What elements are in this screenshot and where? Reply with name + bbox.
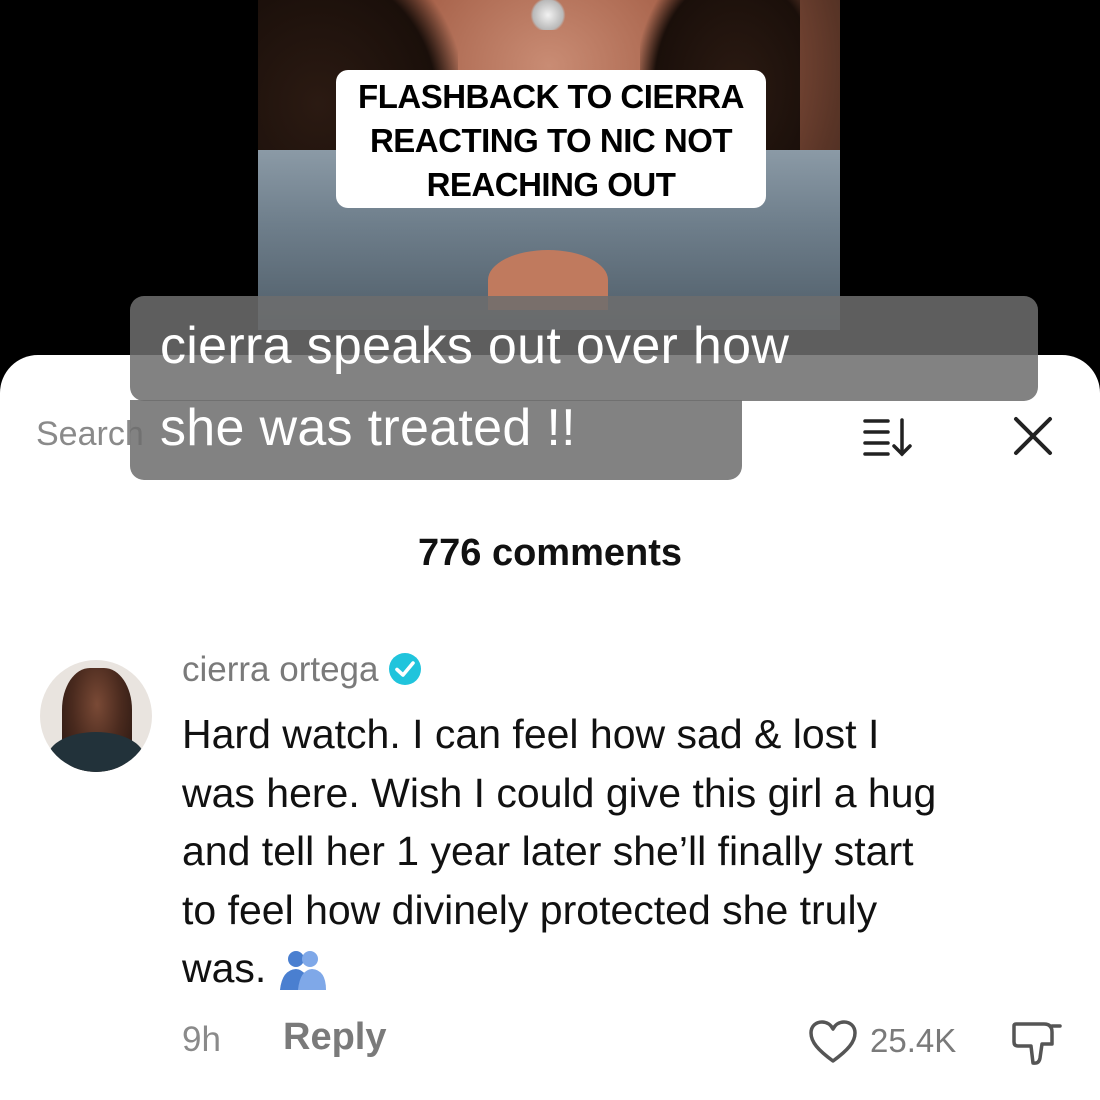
video-caption-line: REACHING OUT [426, 166, 676, 203]
video-caption-line: FLASHBACK TO CIERRA [358, 78, 744, 115]
overlay-text-line: cierra speaks out over how [160, 317, 790, 375]
comment-line-last: was. [182, 939, 1062, 998]
comment-count: 776 comments [417, 532, 682, 574]
people-hugging-emoji [280, 951, 327, 990]
comment-line: Hard watch. I can feel how sad & lost I [182, 711, 880, 757]
video-caption: FLASHBACK TO CIERRA REACTING TO NIC NOT … [336, 70, 766, 208]
heart-icon[interactable] [808, 1019, 858, 1065]
verified-badge-icon [389, 653, 422, 685]
username-text: cierra ortega [182, 650, 379, 689]
comment-line: was here. Wish I could give this girl a … [182, 769, 937, 816]
sort-icon[interactable] [862, 416, 916, 458]
comment-line: and tell her 1 year later she’ll finally… [182, 828, 914, 874]
reply-button[interactable]: Reply [283, 1016, 386, 1059]
thumbs-down-icon[interactable] [1010, 1016, 1064, 1068]
avatar[interactable] [40, 660, 152, 772]
comment-username[interactable]: cierra ortega [182, 650, 422, 690]
comment-text: Hard watch. I can feel how sad & lost I … [182, 705, 1062, 998]
overlay-text-line: she was treated !! [160, 399, 576, 457]
video-caption-line: REACTING TO NIC NOT [369, 122, 733, 159]
comment-line: was. [182, 945, 267, 991]
like-count: 25.4K [870, 1022, 957, 1059]
comment-line: to feel how divinely protected she truly [182, 886, 878, 933]
close-icon[interactable] [1010, 413, 1056, 459]
search-input[interactable]: Search [36, 415, 144, 454]
comment-timestamp: 9h [182, 1020, 221, 1059]
